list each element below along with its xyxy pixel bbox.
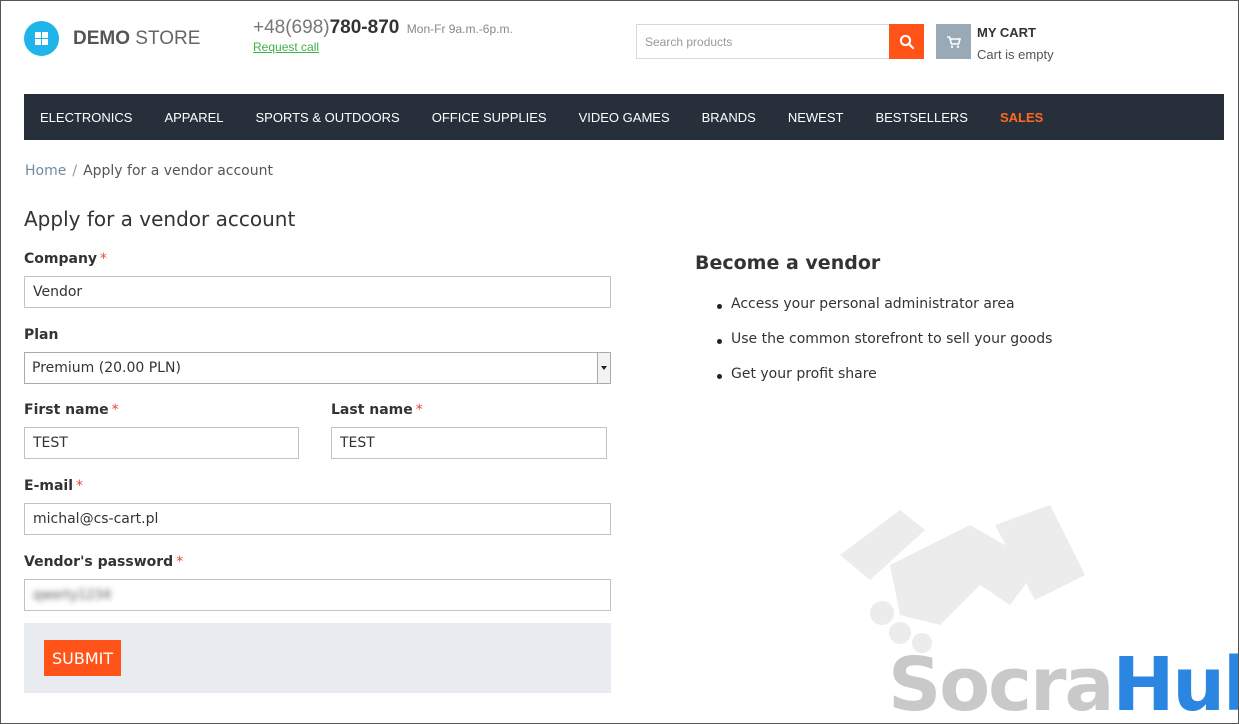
nav-item-electronics[interactable]: ELECTRONICS [40, 110, 132, 125]
list-item: Use the common storefront to sell your g… [717, 331, 1052, 366]
nav-item-brands[interactable]: BRANDS [702, 110, 756, 125]
nav-item-sales[interactable]: SALES [1000, 110, 1043, 125]
submit-button[interactable]: SUBMIT [44, 640, 122, 676]
first-name-field[interactable]: TEST [24, 427, 299, 459]
search-button[interactable] [889, 24, 924, 59]
nav-item-office-supplies[interactable]: OFFICE SUPPLIES [432, 110, 547, 125]
plan-selected-value: Premium (20.00 PLN) [32, 360, 181, 376]
email-label: E-mail * [24, 478, 84, 494]
list-item: Get your profit share [717, 366, 1052, 401]
cart-icon[interactable] [936, 24, 971, 59]
breadcrumb-current: Apply for a vendor account [83, 163, 273, 179]
search-icon [899, 34, 914, 49]
company-field[interactable]: Vendor [24, 276, 611, 308]
required-mark: * [111, 402, 119, 418]
nav-item-sports-outdoors[interactable]: SPORTS & OUTDOORS [255, 110, 399, 125]
logo-icon [24, 21, 59, 56]
phone-code: +48(698) [253, 17, 330, 38]
last-name-label: Last name * [331, 402, 423, 418]
nav-item-bestsellers[interactable]: BESTSELLERS [875, 110, 968, 125]
nav-item-newest[interactable]: NEWEST [788, 110, 844, 125]
store-logo[interactable]: DEMO STORE [24, 21, 200, 56]
request-call-link[interactable]: Request call [253, 40, 513, 54]
breadcrumb-home[interactable]: Home [25, 163, 66, 179]
breadcrumb: Home / Apply for a vendor account [25, 163, 273, 179]
list-item: Access your personal administrator area [717, 296, 1052, 331]
cart-status: Cart is empty [977, 47, 1054, 62]
plan-label: Plan [24, 327, 59, 343]
required-mark: * [100, 251, 108, 267]
email-field[interactable]: michal@cs-cart.pl [24, 503, 611, 535]
page-title: Apply for a vendor account [24, 207, 296, 231]
search-input[interactable] [636, 24, 889, 59]
cart-widget[interactable]: MY CART Cart is empty [936, 24, 1054, 62]
phone-block: +48(698)780-870 Mon-Fr 9a.m.-6p.m. Reque… [253, 17, 513, 54]
logo-text: DEMO STORE [73, 27, 201, 49]
password-field[interactable]: qwerty1234 [24, 579, 611, 611]
handshake-watermark-icon [840, 505, 1085, 653]
nav-item-video-games[interactable]: VIDEO GAMES [579, 110, 670, 125]
last-name-field[interactable]: TEST [331, 427, 607, 459]
breadcrumb-separator: / [72, 163, 78, 179]
password-label: Vendor's password * [24, 554, 184, 570]
cart-title: MY CART [977, 25, 1036, 40]
first-name-label: First name * [24, 402, 119, 418]
plan-select[interactable]: Premium (20.00 PLN) [24, 352, 611, 384]
vendor-benefits-list: Access your personal administrator area … [717, 296, 1052, 401]
vendor-panel-title: Become a vendor [695, 252, 881, 274]
required-mark: * [176, 554, 184, 570]
main-nav: ELECTRONICS APPAREL SPORTS & OUTDOORS OF… [24, 94, 1224, 140]
nav-item-apparel[interactable]: APPAREL [164, 110, 223, 125]
password-value-blurred: qwerty1234 [33, 587, 112, 603]
phone-hours: Mon-Fr 9a.m.-6p.m. [406, 22, 513, 36]
phone-number: 780-870 [329, 17, 400, 38]
socrahub-watermark: SocraHub [888, 642, 1239, 724]
required-mark: * [415, 402, 423, 418]
required-mark: * [76, 478, 84, 494]
company-label: Company * [24, 251, 108, 267]
search-bar [636, 24, 924, 59]
chevron-down-icon[interactable] [597, 353, 610, 383]
form-actions: SUBMIT [24, 623, 611, 693]
